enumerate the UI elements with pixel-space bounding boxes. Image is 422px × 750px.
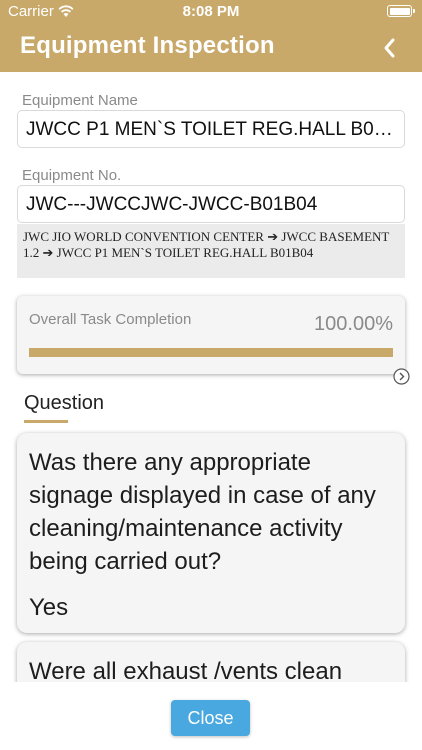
question-section-header: Question	[24, 392, 105, 414]
equipment-no-label: Equipment No.	[22, 167, 122, 184]
progress-track	[29, 348, 393, 357]
task-completion-value: 100.00%	[314, 313, 393, 335]
question-card[interactable]: Was there any appropriate signage displa…	[17, 433, 405, 633]
task-completion-card: Overall Task Completion 100.00%	[17, 296, 405, 374]
equipment-name-field[interactable]: JWCC P1 MEN`S TOILET REG.HALL B01B04	[17, 110, 405, 148]
task-completion-label: Overall Task Completion	[29, 311, 192, 328]
equipment-name-label: Equipment Name	[22, 92, 138, 109]
progress-fill	[29, 348, 393, 357]
question-text: Was there any appropriate signage displa…	[29, 449, 376, 575]
page-title: Equipment Inspection	[20, 32, 275, 59]
question-answer: Yes	[29, 594, 69, 621]
question-header-underline	[24, 420, 68, 423]
footer-bar: Close	[0, 682, 422, 750]
clock: 8:08 PM	[182, 3, 240, 20]
back-chevron-icon[interactable]	[378, 36, 402, 60]
circle-arrow-right-icon[interactable]	[393, 368, 410, 385]
status-bar: Carrier 8:08 PM	[0, 0, 422, 24]
equipment-no-field[interactable]: JWC---JWCCJWC-JWCC-B01B04	[17, 185, 405, 223]
app-header: Carrier 8:08 PM Equipment Inspection	[0, 0, 422, 72]
battery-icon	[387, 5, 415, 17]
close-button[interactable]: Close	[171, 700, 250, 736]
location-path: JWC JIO WORLD CONVENTION CENTER ➔ JWCC B…	[17, 224, 405, 278]
